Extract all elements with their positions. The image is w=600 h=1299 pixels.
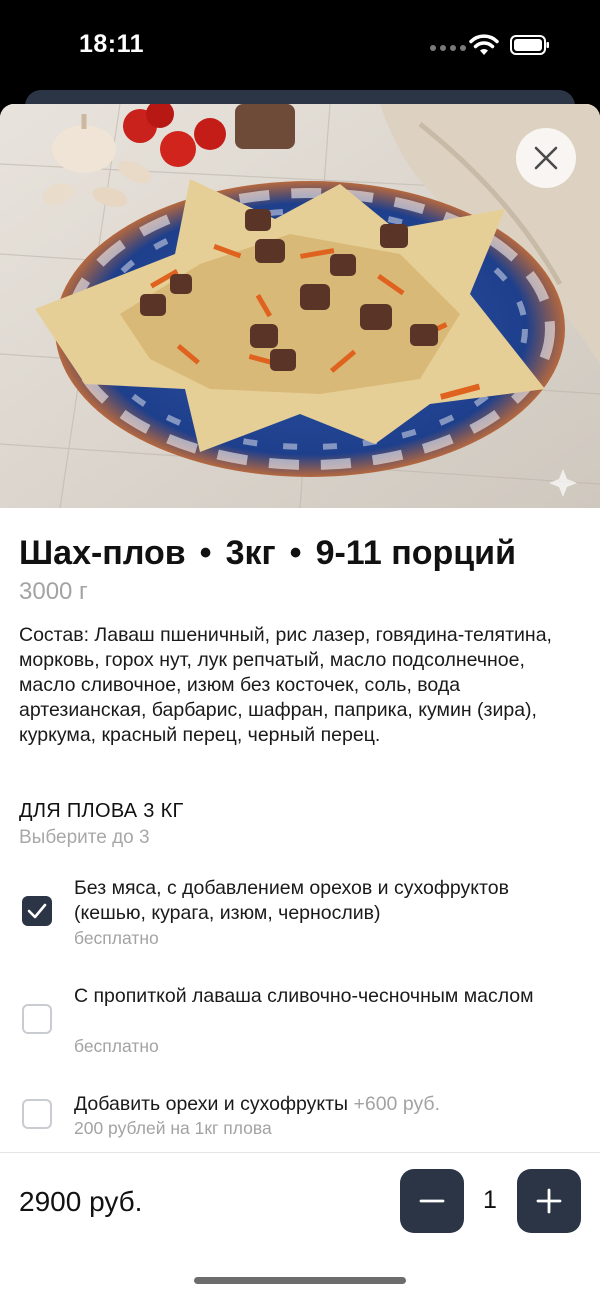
option-checkbox[interactable]	[22, 1099, 52, 1129]
option-label: С пропиткой лаваша сливочно-чесночным ма…	[74, 985, 534, 1007]
minus-icon	[419, 1199, 445, 1203]
increase-quantity-button[interactable]	[517, 1169, 581, 1233]
option-checkbox[interactable]	[22, 1004, 52, 1034]
option-label: Добавить орехи и сухофрукты +600 руб.	[74, 1093, 441, 1115]
product-name: Шах-плов	[19, 534, 186, 572]
modifier-option[interactable]: С пропиткой лаваша сливочно-чесночным ма…	[0, 982, 600, 1062]
option-price-note: 200 рублей на 1кг плова	[74, 1118, 272, 1138]
modifier-group-title: ДЛЯ ПЛОВА 3 КГ	[19, 800, 184, 822]
quantity-value: 1	[483, 1186, 497, 1214]
status-time: 18:11	[79, 30, 145, 58]
product-sheet: Шах-плов • 3кг • 9-11 порций 3000 г Состав: …	[0, 104, 600, 1299]
option-checkbox[interactable]	[22, 896, 52, 926]
close-icon	[534, 146, 558, 170]
modifier-option[interactable]: Без мяса, с добавлением орехов и сухофру…	[0, 874, 600, 954]
modifier-option[interactable]: Добавить орехи и сухофрукты +600 руб. 20…	[0, 1090, 600, 1146]
check-icon	[27, 903, 47, 919]
decrease-quantity-button[interactable]	[400, 1169, 464, 1233]
product-title: Шах-плов • 3кг • 9-11 порций	[19, 534, 516, 573]
product-size: 3кг	[225, 534, 276, 572]
modifier-group-subtitle: Выберите до 3	[19, 827, 150, 848]
cellular-signal-icon	[430, 45, 466, 51]
option-price-note: бесплатно	[74, 1036, 159, 1056]
product-portions: 9-11 порций	[315, 534, 516, 572]
battery-icon	[510, 35, 549, 55]
cart-bar: 2900 руб. 1	[0, 1152, 600, 1299]
product-weight: 3000 г	[19, 578, 88, 605]
option-price-note: бесплатно	[74, 928, 159, 948]
status-bar: 18:11	[0, 0, 600, 92]
total-price: 2900 руб.	[19, 1186, 143, 1217]
product-image	[0, 104, 600, 508]
wifi-icon	[469, 34, 499, 55]
plus-icon	[536, 1188, 562, 1214]
option-label: Без мяса, с добавлением орехов и сухофру…	[74, 877, 509, 924]
title-separator: •	[199, 534, 212, 572]
option-price: +600 руб.	[353, 1093, 441, 1115]
product-composition: Состав: Лаваш пшеничный, рис лазер, говя…	[19, 624, 552, 746]
close-button[interactable]	[516, 128, 576, 188]
home-indicator[interactable]	[194, 1277, 406, 1284]
title-separator: •	[289, 534, 302, 572]
